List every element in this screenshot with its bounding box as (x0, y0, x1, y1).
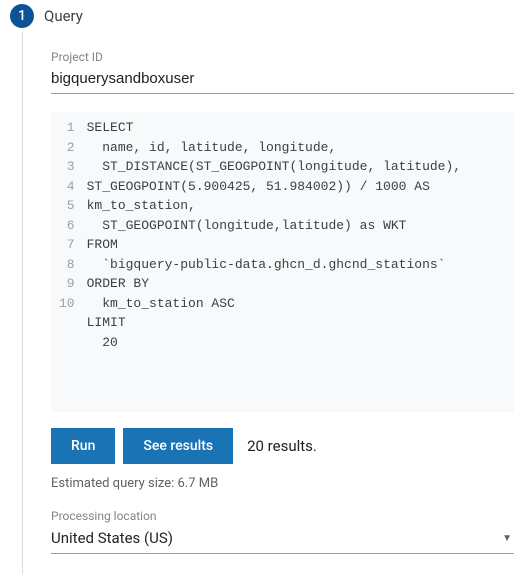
line-number: 6 (59, 216, 75, 236)
project-id-label: Project ID (51, 50, 514, 64)
processing-location-value: United States (US) (51, 529, 173, 547)
processing-location-select[interactable]: United States (US) ▼ (51, 525, 514, 554)
line-number: 10 (59, 294, 75, 314)
estimated-size: Estimated query size: 6.7 MB (51, 476, 514, 491)
run-button[interactable]: Run (51, 428, 115, 464)
processing-location-label: Processing location (51, 509, 514, 523)
line-number: 9 (59, 274, 75, 294)
line-number: 1 (59, 118, 75, 138)
line-gutter: 12345678910 (51, 112, 83, 412)
line-number: 4 (59, 177, 75, 197)
chevron-down-icon: ▼ (502, 533, 512, 544)
step-title: Query (44, 7, 83, 25)
line-number: 8 (59, 255, 75, 275)
sql-editor[interactable]: 12345678910 SELECT name, id, latitude, l… (51, 112, 514, 412)
step-badge: 1 (10, 4, 34, 28)
step-header: 1 Query (6, 0, 526, 32)
results-count: 20 results. (247, 437, 317, 455)
see-results-button[interactable]: See results (123, 428, 233, 464)
line-number: 2 (59, 138, 75, 158)
code-area[interactable]: SELECT name, id, latitude, longitude, ST… (83, 112, 514, 412)
line-number: 7 (59, 235, 75, 255)
line-number: 5 (59, 196, 75, 216)
line-number: 3 (59, 157, 75, 177)
project-id-input[interactable] (51, 66, 514, 94)
project-id-field: Project ID (51, 50, 514, 94)
